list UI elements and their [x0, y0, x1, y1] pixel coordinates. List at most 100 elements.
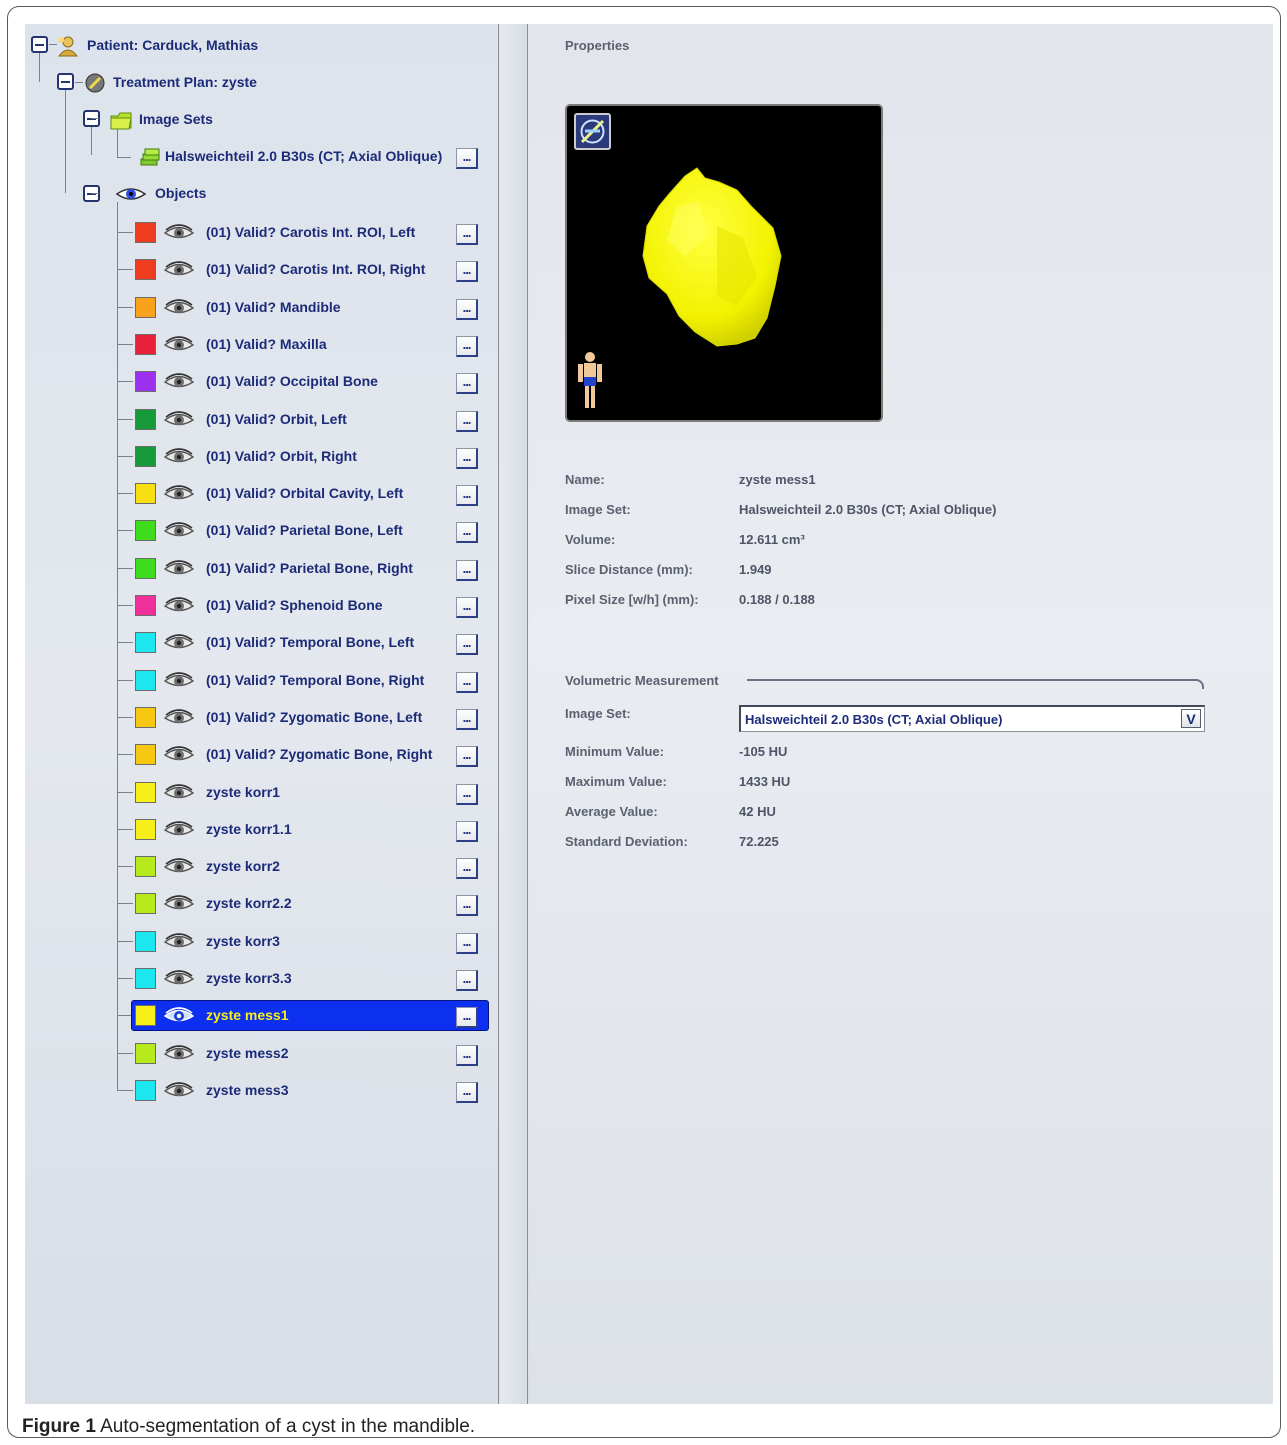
- visibility-eye-icon[interactable]: [163, 485, 195, 502]
- object-options-button[interactable]: ...: [456, 411, 478, 432]
- patient-expander[interactable]: [31, 36, 48, 53]
- color-swatch[interactable]: [135, 222, 156, 243]
- object-options-button[interactable]: ...: [456, 784, 478, 805]
- color-swatch[interactable]: [135, 744, 156, 765]
- object-options-button[interactable]: ...: [456, 821, 478, 842]
- color-swatch[interactable]: [135, 334, 156, 355]
- object-item-label[interactable]: zyste mess1: [206, 1007, 289, 1023]
- color-swatch[interactable]: [135, 1080, 156, 1101]
- object-item-label[interactable]: (01) Valid? Zygomatic Bone, Right: [206, 746, 432, 762]
- object-options-button[interactable]: ...: [456, 1045, 478, 1066]
- color-swatch[interactable]: [135, 595, 156, 616]
- color-swatch[interactable]: [135, 558, 156, 579]
- object-options-button[interactable]: ...: [456, 261, 478, 282]
- object-options-button[interactable]: ...: [456, 560, 478, 581]
- color-swatch[interactable]: [135, 670, 156, 691]
- color-swatch[interactable]: [135, 446, 156, 467]
- object-item-label[interactable]: zyste korr3: [206, 933, 280, 949]
- image-set-options-button[interactable]: ...: [456, 148, 478, 169]
- panel-splitter[interactable]: [500, 24, 528, 1404]
- visibility-eye-icon[interactable]: [163, 634, 195, 651]
- chevron-down-icon[interactable]: V: [1181, 709, 1201, 728]
- visibility-eye-icon[interactable]: [163, 858, 195, 875]
- object-item-label[interactable]: (01) Valid? Parietal Bone, Left: [206, 522, 403, 538]
- object-item-label[interactable]: zyste korr2: [206, 858, 280, 874]
- visibility-eye-icon[interactable]: [163, 784, 195, 801]
- visibility-eye-icon[interactable]: [163, 1007, 195, 1024]
- object-options-button[interactable]: ...: [456, 1007, 478, 1028]
- object-item-label[interactable]: (01) Valid? Sphenoid Bone: [206, 597, 383, 613]
- color-swatch[interactable]: [135, 632, 156, 653]
- color-swatch[interactable]: [135, 819, 156, 840]
- visibility-eye-icon[interactable]: [163, 709, 195, 726]
- color-swatch[interactable]: [135, 1005, 156, 1026]
- object-options-button[interactable]: ...: [456, 634, 478, 655]
- visibility-eye-icon[interactable]: [163, 597, 195, 614]
- object-item-label[interactable]: (01) Valid? Carotis Int. ROI, Right: [206, 261, 425, 277]
- object-options-button[interactable]: ...: [456, 970, 478, 991]
- object-options-button[interactable]: ...: [456, 709, 478, 730]
- color-swatch[interactable]: [135, 259, 156, 280]
- tree-label-image-sets[interactable]: Image Sets: [139, 111, 213, 127]
- color-swatch[interactable]: [135, 893, 156, 914]
- object-options-button[interactable]: ...: [456, 597, 478, 618]
- color-swatch[interactable]: [135, 297, 156, 318]
- visibility-eye-icon[interactable]: [163, 895, 195, 912]
- compass-orientation-icon[interactable]: [574, 113, 611, 150]
- object-item-label[interactable]: (01) Valid? Orbit, Left: [206, 411, 347, 427]
- visibility-eye-icon[interactable]: [163, 448, 195, 465]
- visibility-eye-icon[interactable]: [163, 1082, 195, 1099]
- object-options-button[interactable]: ...: [456, 746, 478, 767]
- color-swatch[interactable]: [135, 1043, 156, 1064]
- object-item-label[interactable]: (01) Valid? Parietal Bone, Right: [206, 560, 413, 576]
- object-item-label[interactable]: zyste mess3: [206, 1082, 289, 1098]
- image-set-dropdown[interactable]: Halsweichteil 2.0 B30s (CT; Axial Obliqu…: [739, 705, 1205, 732]
- color-swatch[interactable]: [135, 931, 156, 952]
- object-item-label[interactable]: zyste korr1.1: [206, 821, 292, 837]
- 3d-preview-viewport[interactable]: [565, 104, 883, 422]
- color-swatch[interactable]: [135, 483, 156, 504]
- object-options-button[interactable]: ...: [456, 858, 478, 879]
- visibility-eye-icon[interactable]: [163, 821, 195, 838]
- object-options-button[interactable]: ...: [456, 336, 478, 357]
- visibility-eye-icon[interactable]: [163, 522, 195, 539]
- tree-label-image-set_item[interactable]: Halsweichteil 2.0 B30s (CT; Axial Obliqu…: [165, 148, 442, 164]
- color-swatch[interactable]: [135, 371, 156, 392]
- object-options-button[interactable]: ...: [456, 448, 478, 469]
- object-options-button[interactable]: ...: [456, 299, 478, 320]
- object-item-label[interactable]: (01) Valid? Occipital Bone: [206, 373, 378, 389]
- object-item-label[interactable]: (01) Valid? Orbital Cavity, Left: [206, 485, 403, 501]
- visibility-eye-icon[interactable]: [163, 224, 195, 241]
- object-item-label[interactable]: (01) Valid? Zygomatic Bone, Left: [206, 709, 422, 725]
- object-options-button[interactable]: ...: [456, 373, 478, 394]
- visibility-eye-icon[interactable]: [163, 373, 195, 390]
- color-swatch[interactable]: [135, 409, 156, 430]
- object-options-button[interactable]: ...: [456, 672, 478, 693]
- visibility-eye-icon[interactable]: [163, 970, 195, 987]
- tree-label-plan[interactable]: Treatment Plan: zyste: [113, 74, 257, 90]
- color-swatch[interactable]: [135, 968, 156, 989]
- object-item-label[interactable]: zyste korr2.2: [206, 895, 292, 911]
- visibility-eye-icon[interactable]: [163, 299, 195, 316]
- tree-label-patient[interactable]: Patient: Carduck, Mathias: [87, 37, 258, 53]
- object-item-label[interactable]: zyste korr3.3: [206, 970, 292, 986]
- visibility-eye-icon[interactable]: [163, 560, 195, 577]
- object-item-label[interactable]: (01) Valid? Carotis Int. ROI, Left: [206, 224, 415, 240]
- object-item-label[interactable]: (01) Valid? Maxilla: [206, 336, 327, 352]
- object-item-label[interactable]: (01) Valid? Mandible: [206, 299, 341, 315]
- visibility-eye-icon[interactable]: [163, 672, 195, 689]
- visibility-eye-icon[interactable]: [163, 336, 195, 353]
- object-item-label[interactable]: (01) Valid? Orbit, Right: [206, 448, 357, 464]
- object-options-button[interactable]: ...: [456, 485, 478, 506]
- object-item-label[interactable]: zyste mess2: [206, 1045, 289, 1061]
- object-options-button[interactable]: ...: [456, 1082, 478, 1103]
- object-options-button[interactable]: ...: [456, 224, 478, 245]
- visibility-eye-icon[interactable]: [163, 1045, 195, 1062]
- color-swatch[interactable]: [135, 856, 156, 877]
- object-item-label[interactable]: zyste korr1: [206, 784, 280, 800]
- visibility-eye-icon[interactable]: [163, 933, 195, 950]
- object-item-label[interactable]: (01) Valid? Temporal Bone, Right: [206, 672, 424, 688]
- visibility-eye-icon[interactable]: [163, 261, 195, 278]
- tree-label-objects[interactable]: Objects: [155, 185, 206, 201]
- treatment-plan-expander[interactable]: [57, 73, 74, 90]
